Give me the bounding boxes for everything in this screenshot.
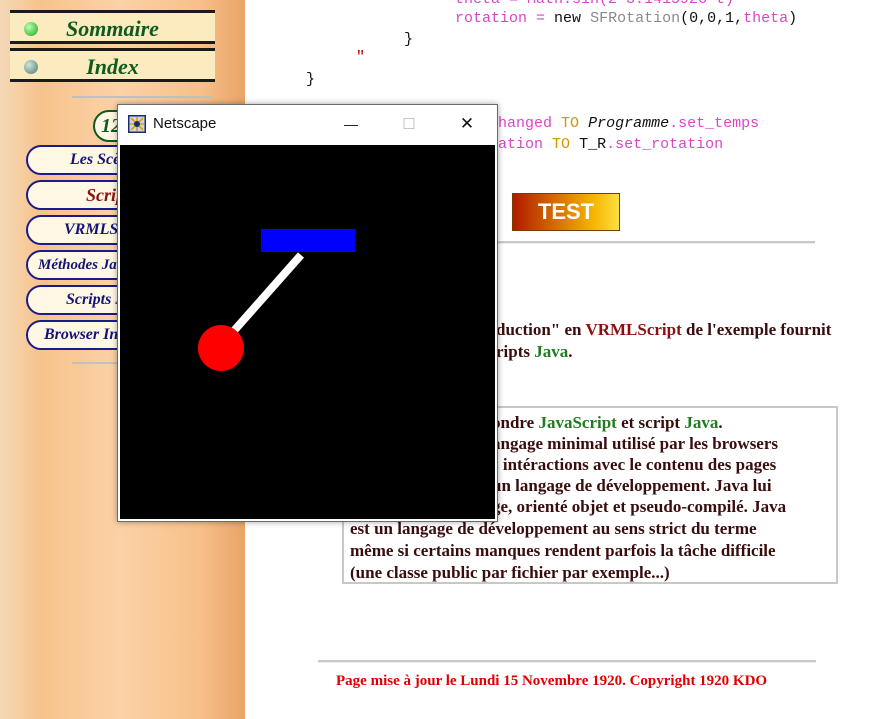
maximize-button[interactable]: ☐ [386, 105, 432, 143]
box-line: (une classe public par fichier par exemp… [350, 563, 670, 582]
route-line-1: hanged TO Programme.set_temps [498, 115, 760, 132]
code-quote: " [356, 49, 366, 66]
intro-line-2: ripts Java. [496, 342, 573, 361]
nav-index-label: Index [86, 54, 139, 79]
nav-sommaire-label: Sommaire [66, 16, 159, 41]
box-line: ge, orienté objet et pseudo-compilé. Jav… [492, 497, 787, 516]
box-line: est un langage de développement au sens … [350, 519, 757, 538]
maximize-icon: ☐ [402, 116, 416, 133]
code-brace: } [404, 31, 414, 48]
code-line: rotation = new SFRotation(0,0,1,theta) [455, 10, 798, 27]
code-line: theta = Math.sin(2*3.1415926*t) [455, 0, 734, 8]
window-titlebar[interactable]: Netscape — ☐ ✕ [118, 105, 497, 143]
nav-index[interactable]: Index [10, 48, 215, 82]
nav-sommaire[interactable]: Sommaire [10, 10, 215, 44]
sidebar-divider [72, 96, 212, 98]
close-button[interactable]: ✕ [444, 105, 490, 143]
box-line: angage minimal utilisé par les browsers [492, 434, 779, 453]
box-line: même si certains manques rendent parfois… [350, 541, 776, 560]
pendulum-rod [229, 252, 304, 336]
footer-divider [318, 660, 816, 663]
test-button[interactable]: TEST [512, 193, 620, 231]
window-title: Netscape [153, 115, 217, 132]
minimize-icon: — [344, 116, 358, 132]
footer-text: Page mise à jour le Lundi 15 Novembre 19… [336, 673, 768, 689]
pendulum-pivot-bar [261, 229, 355, 252]
route-line-2: ation TO T_R.set_rotation [498, 136, 724, 153]
netscape-window[interactable]: Netscape — ☐ ✕ [117, 104, 498, 522]
pendulum-ball [198, 325, 244, 371]
close-icon: ✕ [459, 114, 475, 133]
box-line: ondre JavaScript et script Java. [492, 413, 723, 432]
box-line: s intéractions avec le contenu des pages [492, 455, 777, 474]
code-brace: } [306, 71, 316, 88]
netscape-app-icon [128, 115, 146, 133]
box-line: un langage de développement. Java lui [492, 476, 772, 495]
pendulum-scene [198, 229, 355, 371]
intro-line-1: duction" en VRMLScript de l'exemple four… [496, 320, 832, 339]
minimize-button[interactable]: — [328, 105, 374, 143]
vrml-canvas[interactable] [120, 145, 495, 519]
